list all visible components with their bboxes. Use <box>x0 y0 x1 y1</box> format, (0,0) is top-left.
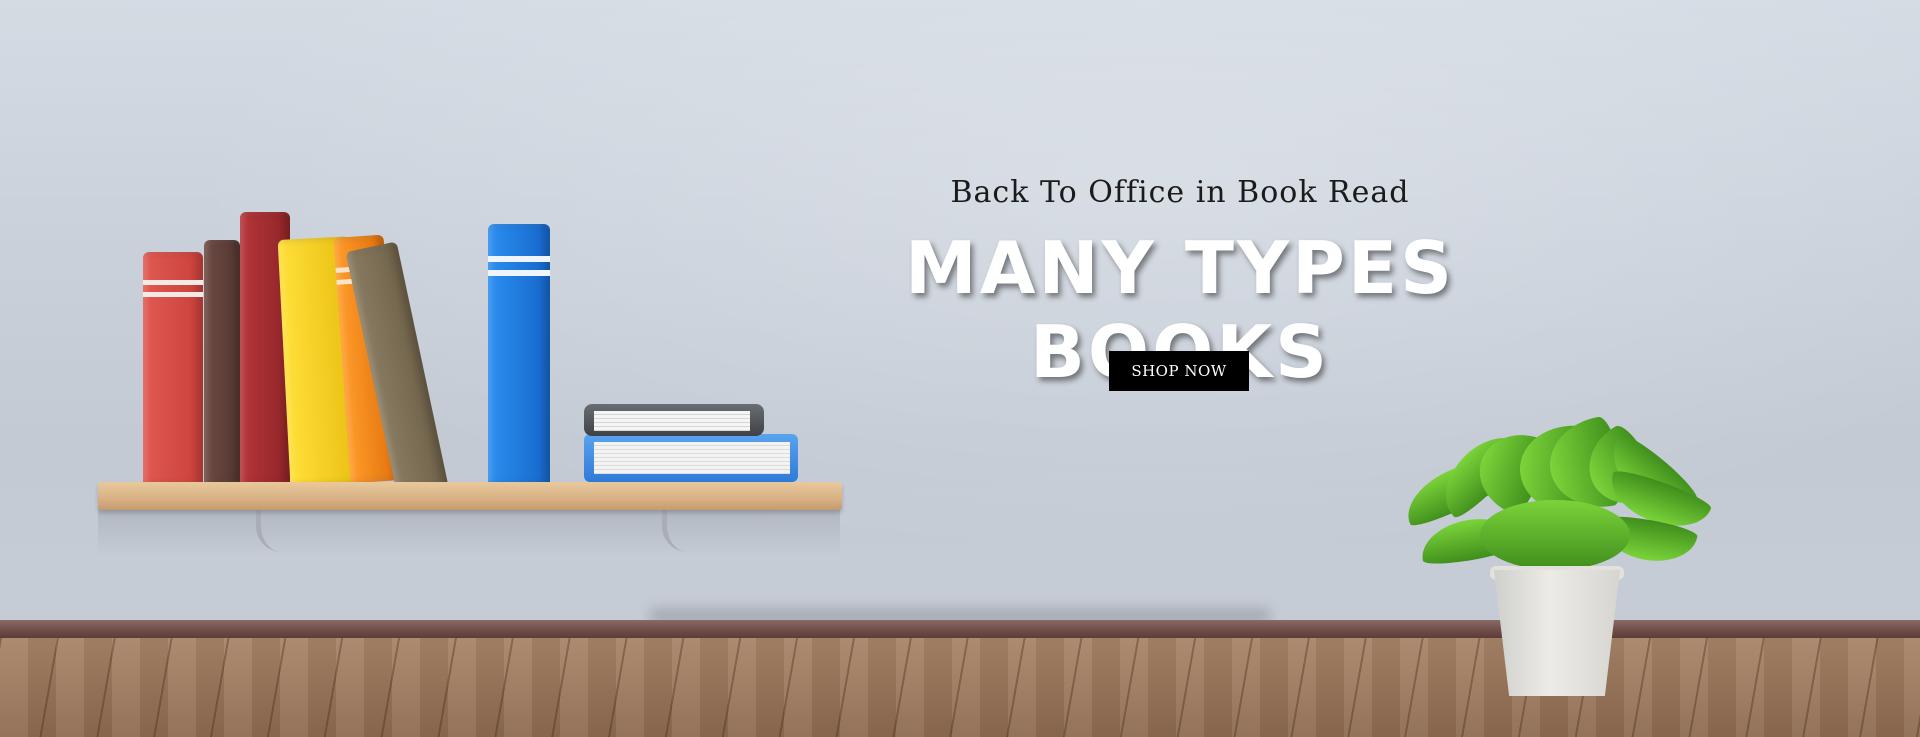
book-red <box>143 252 203 484</box>
shelf-shadow <box>98 505 840 555</box>
hero-banner: Back To Office in Book Read MANY TYPES B… <box>0 0 1920 737</box>
book-brown <box>204 240 240 484</box>
shop-now-button[interactable]: SHOP NOW <box>1109 351 1249 391</box>
book-blue <box>488 224 550 484</box>
leaf <box>1480 500 1630 570</box>
wooden-shelf <box>98 482 842 510</box>
book-flat-gray <box>584 404 764 436</box>
book-flat-blue <box>584 434 798 482</box>
wooden-floor <box>0 638 1920 737</box>
baseboard <box>0 620 1920 638</box>
hero-subtitle: Back To Office in Book Read <box>950 175 1410 210</box>
flower-pot <box>1494 570 1620 696</box>
